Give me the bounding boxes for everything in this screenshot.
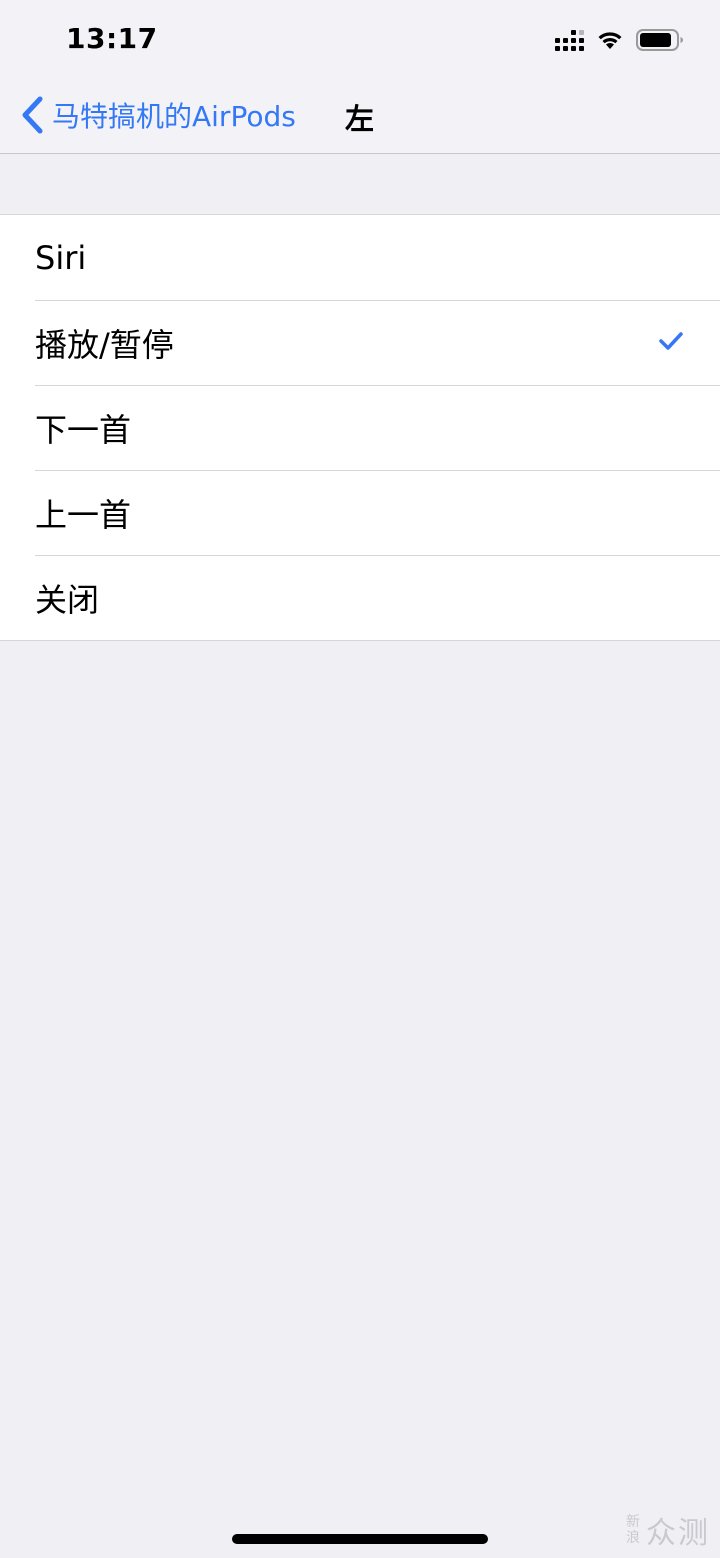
watermark-line1: 新 bbox=[626, 1514, 640, 1530]
option-label: Siri bbox=[35, 238, 87, 277]
option-next-track[interactable]: 下一首 bbox=[0, 385, 720, 470]
cellular-signal-icon bbox=[555, 29, 584, 51]
status-time: 13:17 bbox=[66, 22, 158, 55]
status-bar: 13:17 bbox=[0, 0, 720, 78]
back-button-label: 马特搞机的AirPods bbox=[52, 100, 296, 133]
option-play-pause[interactable]: 播放/暂停 bbox=[0, 300, 720, 385]
navigation-bar: 马特搞机的AirPods 左 bbox=[0, 78, 720, 154]
wifi-icon bbox=[598, 32, 622, 49]
battery-icon bbox=[636, 29, 683, 51]
option-label: 下一首 bbox=[35, 410, 132, 449]
checkmark-icon bbox=[659, 332, 683, 350]
option-previous-track[interactable]: 上一首 bbox=[0, 470, 720, 555]
back-button[interactable]: 马特搞机的AirPods bbox=[20, 94, 296, 136]
watermark-text: 众测 bbox=[646, 1516, 710, 1551]
page-title: 左 bbox=[345, 102, 375, 136]
option-label: 上一首 bbox=[35, 495, 132, 534]
status-icons bbox=[555, 26, 684, 54]
option-off[interactable]: 关闭 bbox=[0, 555, 720, 640]
watermark-line2: 浪 bbox=[626, 1530, 640, 1546]
option-label: 播放/暂停 bbox=[35, 325, 174, 364]
watermark: 新 浪 众测 bbox=[626, 1508, 710, 1552]
watermark-logo: 新 浪 bbox=[626, 1514, 640, 1546]
option-label: 关闭 bbox=[35, 580, 100, 619]
chevron-left-icon bbox=[22, 96, 43, 134]
home-indicator[interactable] bbox=[232, 1534, 488, 1544]
option-siri[interactable]: Siri bbox=[0, 215, 720, 300]
options-list: Siri 播放/暂停 下一首 上一首 关闭 bbox=[0, 214, 720, 641]
